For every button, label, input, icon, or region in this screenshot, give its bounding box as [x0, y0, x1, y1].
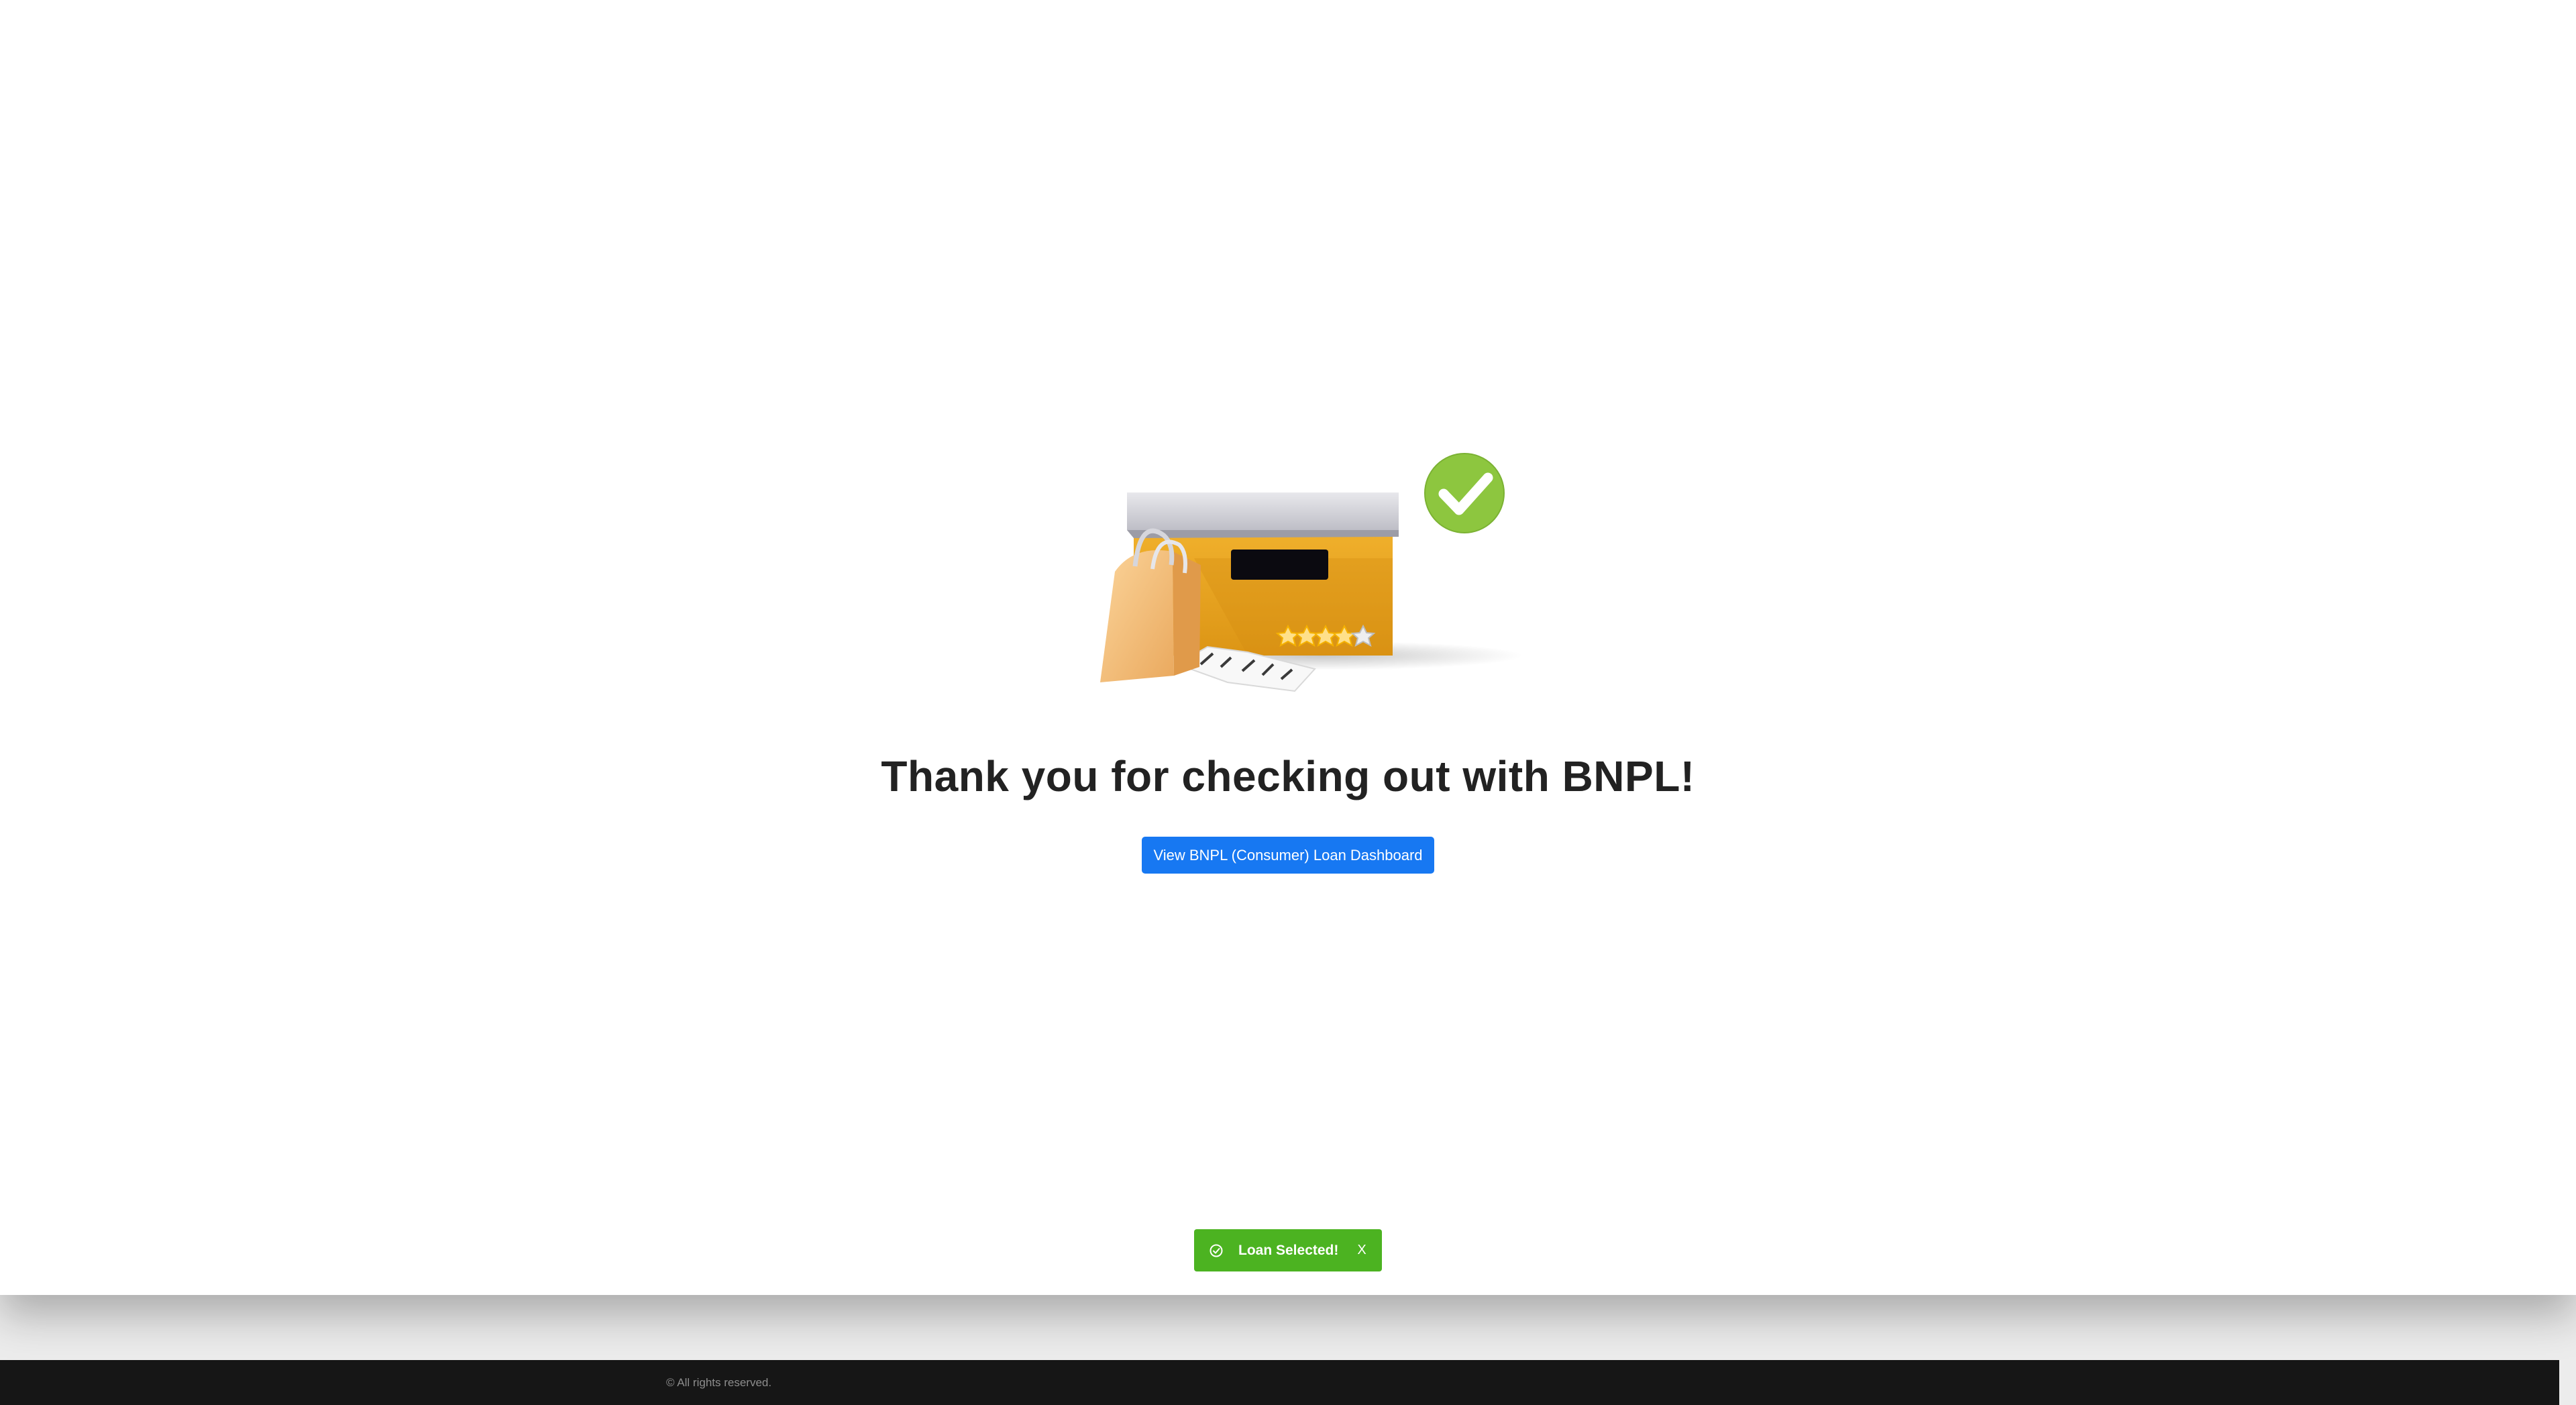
order-box-check-icon	[1100, 453, 1523, 692]
view-loan-dashboard-button[interactable]: View BNPL (Consumer) Loan Dashboard	[1142, 837, 1434, 874]
success-toast: Loan Selected! X	[1194, 1229, 1382, 1271]
page-title: Thank you for checking out with BNPL!	[881, 752, 1695, 800]
toast-message: Loan Selected!	[1238, 1243, 1339, 1258]
main-page: Thank you for checking out with BNPL! Vi…	[0, 0, 2576, 1295]
footer: © All rights reserved.	[0, 1360, 2559, 1405]
check-circle-icon	[1209, 1243, 1224, 1258]
close-toast-button[interactable]: X	[1352, 1241, 1371, 1259]
order-complete-illustration	[1093, 451, 1529, 706]
copyright-text: © All rights reserved.	[666, 1376, 772, 1389]
